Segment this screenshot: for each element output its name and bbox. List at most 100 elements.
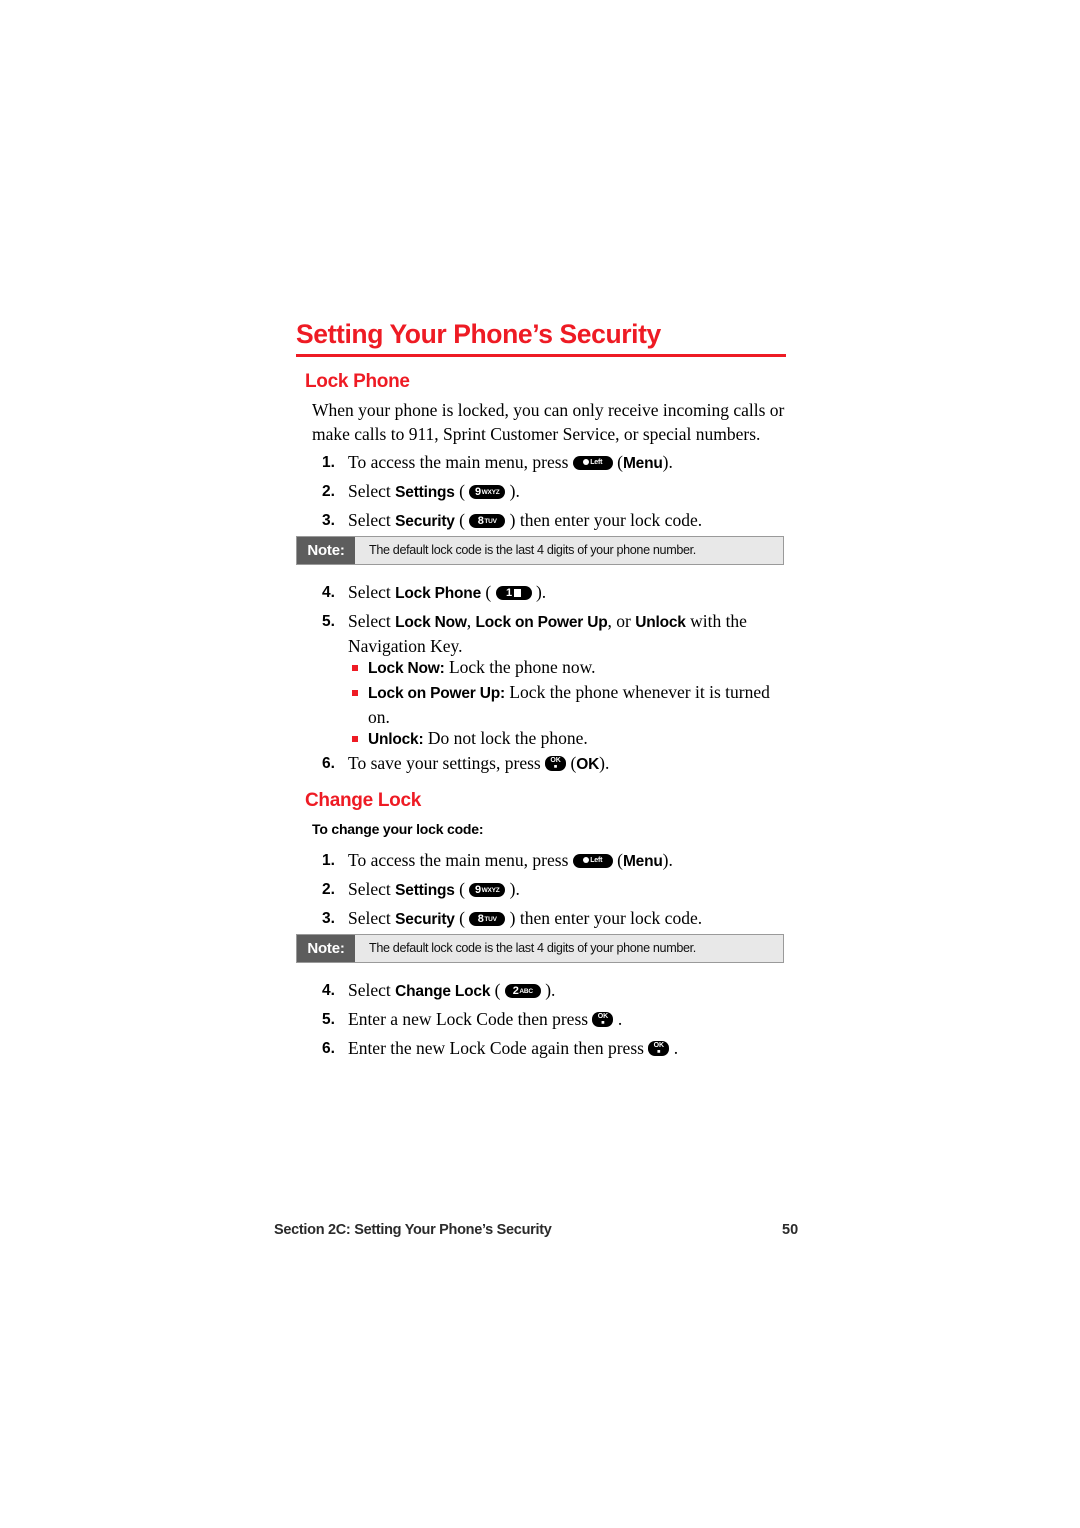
step-emphasis: Menu bbox=[622, 853, 663, 870]
key-ok-symbol: ■ bbox=[601, 1020, 605, 1026]
note-text: The default lock code is the last 4 digi… bbox=[369, 941, 696, 955]
bullet-term: Lock on Power Up: bbox=[368, 685, 505, 702]
step-number: 4. bbox=[322, 982, 335, 999]
change-lock-subheading: To change your lock code: bbox=[312, 821, 484, 837]
key-symbol-icon bbox=[514, 588, 522, 597]
key-digit: 9 bbox=[474, 486, 482, 498]
step-text-part: ) then enter your lock code. bbox=[505, 908, 703, 928]
step-text-part: ( bbox=[490, 980, 505, 1000]
step-emphasis: Security bbox=[395, 513, 455, 530]
step-text-part: Select bbox=[348, 611, 396, 631]
step-number: 5. bbox=[322, 1011, 335, 1028]
step-text-part: ). bbox=[662, 850, 673, 870]
footer-page-number: 50 bbox=[782, 1222, 799, 1238]
step-emphasis: Change Lock bbox=[395, 983, 491, 1000]
page-title: Setting Your Phone’s Security bbox=[296, 319, 661, 349]
footer-section-label: Section 2C: Setting Your Phone’s Securit… bbox=[274, 1222, 552, 1238]
step-emphasis: Settings bbox=[395, 882, 455, 899]
step-number: 1. bbox=[322, 852, 335, 869]
step-text: Select Lock Phone ( 1 ). bbox=[348, 581, 792, 606]
list-item: 4. Select Lock Phone ( 1 ). bbox=[322, 581, 792, 606]
key-ok-label: OK bbox=[597, 1013, 609, 1020]
section-heading-lock-phone: Lock Phone bbox=[305, 371, 410, 392]
softkey-dot-icon bbox=[583, 856, 590, 863]
step-text-part: ) then enter your lock code. bbox=[505, 510, 703, 530]
note-text: The default lock code is the last 4 digi… bbox=[369, 543, 696, 557]
keypad-key-2-icon: 2ABC bbox=[504, 984, 541, 998]
list-item: Lock on Power Up: Lock the phone wheneve… bbox=[352, 681, 792, 729]
list-item: 6. Enter the new Lock Code again then pr… bbox=[322, 1037, 792, 1061]
step-text-part: To access the main menu, press bbox=[348, 850, 573, 870]
note-label: Note: bbox=[297, 935, 355, 962]
step-text-part: , bbox=[466, 611, 476, 631]
list-item: 4. Select Change Lock ( 2ABC ). bbox=[322, 979, 792, 1004]
step-text-part: Select bbox=[348, 879, 396, 899]
keypad-key-1-icon: 1 bbox=[495, 586, 532, 600]
step-text-part: ). bbox=[505, 879, 520, 899]
step-text-part: Select bbox=[348, 582, 396, 602]
step-emphasis: Menu bbox=[622, 455, 663, 472]
step-text-part: ( bbox=[612, 850, 623, 870]
list-item: 3. Select Security ( 8TUV ) then enter y… bbox=[322, 509, 792, 534]
bullet-text: Lock Now: Lock the phone now. bbox=[368, 656, 792, 681]
bullet-square-icon bbox=[352, 736, 358, 742]
key-digit: 1 bbox=[506, 587, 513, 599]
step-text: Select Change Lock ( 2ABC ). bbox=[348, 979, 792, 1004]
list-item: 5. Select Lock Now, Lock on Power Up, or… bbox=[322, 610, 792, 658]
step-emphasis: Security bbox=[395, 911, 455, 928]
step-text: To save your settings, press OK ■ (OK). bbox=[348, 752, 792, 777]
bullet-definition: Lock the phone now. bbox=[444, 657, 596, 677]
step-emphasis: Settings bbox=[395, 484, 455, 501]
keypad-key-8-icon: 8TUV bbox=[469, 912, 506, 926]
list-item: Lock Now: Lock the phone now. bbox=[352, 656, 792, 681]
step-text-part: , or bbox=[607, 611, 636, 631]
step-emphasis: OK bbox=[576, 756, 600, 773]
list-item: 5. Enter a new Lock Code then press OK ■ … bbox=[322, 1008, 792, 1032]
step-text: Enter a new Lock Code then press OK ■ . bbox=[348, 1008, 792, 1032]
bullet-square-icon bbox=[352, 665, 358, 671]
step-text-part: ). bbox=[662, 452, 673, 472]
note-box: Note: The default lock code is the last … bbox=[296, 934, 784, 963]
bullet-term: Unlock: bbox=[368, 731, 424, 748]
keypad-key-9-icon: 9WXYZ bbox=[469, 485, 506, 499]
step-text-part: ( bbox=[566, 753, 577, 773]
key-letters: TUV bbox=[484, 915, 497, 923]
list-item: 1. To access the main menu, press Left (… bbox=[322, 451, 792, 476]
step-text: Select Lock Now, Lock on Power Up, or Un… bbox=[348, 610, 792, 658]
keypad-key-9-icon: 9WXYZ bbox=[469, 883, 506, 897]
bullet-square-icon bbox=[352, 690, 358, 696]
step-text: Select Settings ( 9WXYZ ). bbox=[348, 878, 792, 903]
ok-key-icon: OK ■ bbox=[545, 756, 567, 771]
menu-softkey-icon: Left bbox=[572, 854, 613, 868]
step-text-part: . bbox=[613, 1009, 623, 1029]
list-item: 6. To save your settings, press OK ■ (OK)… bbox=[322, 752, 792, 777]
step-text-part: ). bbox=[505, 481, 520, 501]
key-ok-label: OK bbox=[653, 1042, 665, 1049]
key-ok-symbol: ■ bbox=[657, 1049, 661, 1055]
note-box: Note: The default lock code is the last … bbox=[296, 536, 784, 565]
menu-softkey-icon: Left bbox=[572, 456, 613, 470]
key-letters: WXYZ bbox=[481, 488, 500, 496]
list-item: 3. Select Security ( 8TUV ) then enter y… bbox=[322, 907, 792, 932]
key-digit: 2 bbox=[512, 985, 519, 997]
step-number: 1. bbox=[322, 454, 335, 471]
step-number: 2. bbox=[322, 881, 335, 898]
bullet-text: Unlock: Do not lock the phone. bbox=[368, 727, 792, 752]
section-heading-change-lock: Change Lock bbox=[305, 790, 421, 811]
step-text-part: ). bbox=[531, 582, 547, 602]
keypad-key-8-icon: 8TUV bbox=[469, 514, 506, 528]
step-text-part: ). bbox=[540, 980, 556, 1000]
step-text-part: Select bbox=[348, 481, 396, 501]
key-ok-symbol: ■ bbox=[553, 764, 558, 770]
step-text: Select Security ( 8TUV ) then enter your… bbox=[348, 907, 792, 932]
step-text-part: To access the main menu, press bbox=[348, 452, 573, 472]
step-text-part: Enter a new Lock Code then press bbox=[348, 1009, 593, 1029]
list-item: Unlock: Do not lock the phone. bbox=[352, 727, 792, 752]
step-number: 4. bbox=[322, 584, 335, 601]
bullet-text: Lock on Power Up: Lock the phone wheneve… bbox=[368, 681, 792, 729]
step-number: 3. bbox=[322, 512, 335, 529]
step-emphasis: Lock on Power Up bbox=[475, 614, 608, 631]
key-letters: TUV bbox=[484, 517, 497, 525]
key-digit: 9 bbox=[474, 884, 482, 896]
step-number: 2. bbox=[322, 483, 335, 500]
